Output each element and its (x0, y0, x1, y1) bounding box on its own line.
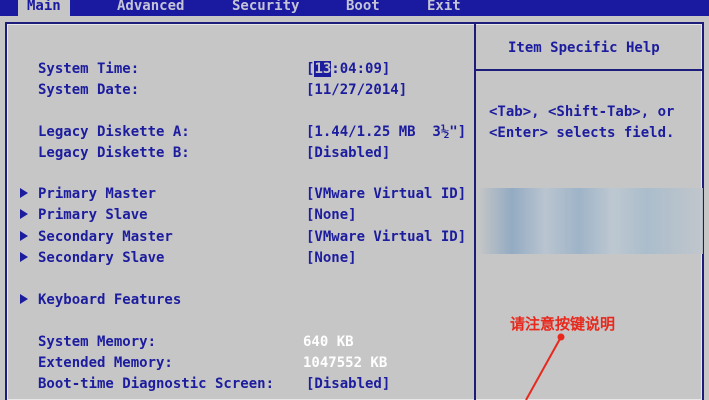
annotation-line (525, 336, 562, 400)
annotation-arrow-icon (525, 333, 565, 400)
